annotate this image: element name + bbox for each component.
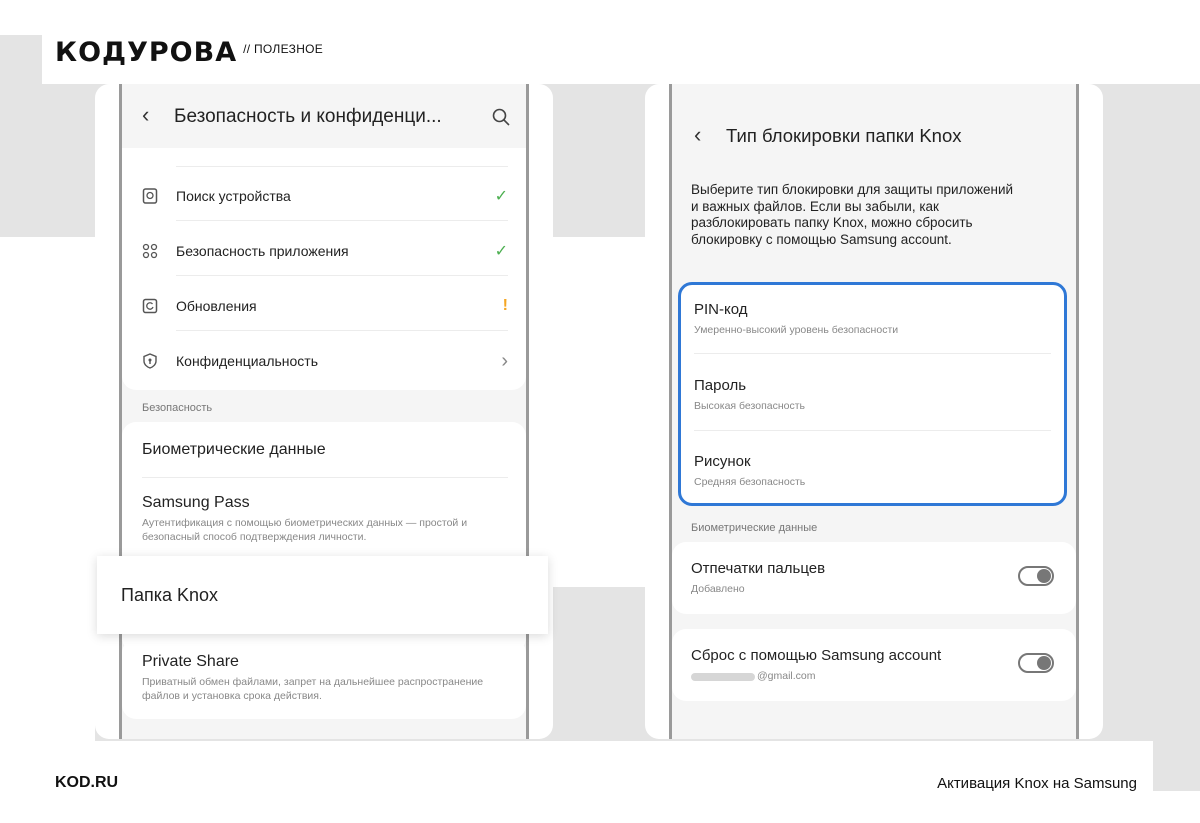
- row-label: Конфиденциальность: [176, 353, 319, 369]
- reset-toggle[interactable]: [1018, 653, 1054, 673]
- status-card: Поиск устройства ✓ Безопасность приложен…: [122, 148, 526, 390]
- left-screen: ‹ Безопасность и конфиденци... Поиск уст…: [122, 84, 526, 739]
- lock-type-options: PIN-код Умеренно-высокий уровень безопас…: [678, 282, 1067, 506]
- private-share-card: Private Share Приватный обмен файлами, з…: [122, 639, 526, 719]
- knox-folder-label: Папка Knox: [121, 584, 219, 605]
- lock-option-pattern-title[interactable]: Рисунок: [694, 453, 751, 470]
- fingerprints-card: Отпечатки пальцев Добавлено: [672, 542, 1076, 614]
- private-share-title[interactable]: Private Share: [142, 653, 239, 671]
- lock-description: Выберите тип блокировки для защиты прило…: [691, 182, 1014, 247]
- privacy-shield-icon: [143, 353, 157, 369]
- section-header: Биометрические данные: [691, 522, 818, 534]
- row-label: Поиск устройства: [176, 188, 291, 204]
- search-icon[interactable]: [492, 108, 510, 126]
- brand-tag: // ПОЛЕЗНОЕ: [243, 42, 324, 56]
- divider: [176, 275, 508, 276]
- row-label: Безопасность приложения: [176, 243, 349, 259]
- update-icon: [142, 298, 158, 314]
- warning-icon: !: [502, 297, 508, 314]
- back-arrow-icon[interactable]: ‹: [694, 124, 701, 146]
- divider: [176, 220, 508, 221]
- lock-option-pin-sub: Умеренно-высокий уровень безопасности: [694, 324, 899, 336]
- lock-option-pin-title[interactable]: PIN-код: [694, 301, 748, 318]
- divider: [142, 477, 508, 478]
- divider: [176, 330, 508, 331]
- redacted-email: [691, 673, 755, 681]
- lock-option-pattern-sub: Средняя безопасность: [694, 476, 806, 488]
- footer-caption: Активация Knox на Samsung: [937, 775, 1137, 792]
- biometrics-item[interactable]: Биометрические данные: [142, 441, 326, 459]
- lock-option-password-title[interactable]: Пароль: [694, 377, 746, 394]
- left-page-title: Безопасность и конфиденци...: [174, 106, 442, 127]
- samsung-pass-title[interactable]: Samsung Pass: [142, 494, 250, 512]
- row-find-device[interactable]: Поиск устройства ✓: [122, 178, 526, 214]
- left-topbar: ‹: [142, 104, 149, 126]
- lock-option-password-sub: Высокая безопасность: [694, 400, 806, 412]
- left-phone-screenshot: ‹ Безопасность и конфиденци... Поиск уст…: [95, 84, 553, 739]
- fingerprints-status: Добавлено: [691, 583, 745, 595]
- right-page-title: Тип блокировки папки Knox: [726, 125, 962, 146]
- chevron-right-icon: ›: [501, 349, 508, 372]
- fingerprints-title: Отпечатки пальцев: [691, 560, 826, 577]
- reset-title: Сброс с помощью Samsung account: [691, 647, 942, 664]
- apps-grid-icon: [142, 243, 158, 259]
- reset-card: Сброс с помощью Samsung account @gmail.c…: [672, 629, 1076, 701]
- bg-cutout-left: [0, 237, 95, 741]
- divider: [694, 353, 1051, 354]
- row-label: Обновления: [176, 298, 257, 314]
- row-app-security[interactable]: Безопасность приложения ✓: [122, 233, 526, 269]
- private-share-description: Приватный обмен файлами, запрет на дальн…: [142, 676, 484, 702]
- bg-block-bottom-right: [1153, 741, 1200, 791]
- check-icon: ✓: [494, 243, 508, 260]
- brand-logo: КОДУРОВА: [55, 37, 238, 68]
- fingerprints-toggle[interactable]: [1018, 566, 1054, 586]
- back-arrow-icon[interactable]: ‹: [142, 104, 149, 126]
- check-icon: ✓: [494, 188, 508, 205]
- phone-frame-right: [526, 84, 529, 739]
- footer-site: KOD.RU: [55, 774, 119, 791]
- knox-folder-item[interactable]: Папка Knox: [97, 556, 548, 634]
- divider: [694, 430, 1051, 431]
- row-privacy[interactable]: Конфиденциальность ›: [122, 343, 526, 379]
- samsung-pass-description: Аутентификация с помощью биометрических …: [142, 517, 468, 543]
- right-phone-screenshot: ‹ Тип блокировки папки Knox Выберите тип…: [645, 84, 1103, 739]
- bg-cutout-middle: [553, 237, 645, 587]
- right-screen: ‹ Тип блокировки папки Knox Выберите тип…: [672, 84, 1076, 739]
- brand: КОДУРОВА // ПОЛЕЗНОЕ: [55, 38, 323, 68]
- reset-email: @gmail.com: [757, 670, 816, 682]
- section-header: Безопасность: [142, 402, 213, 414]
- divider: [176, 166, 508, 167]
- find-device-icon: [142, 188, 158, 204]
- phone-frame-right: [1076, 84, 1079, 739]
- row-updates[interactable]: Обновления !: [122, 288, 526, 324]
